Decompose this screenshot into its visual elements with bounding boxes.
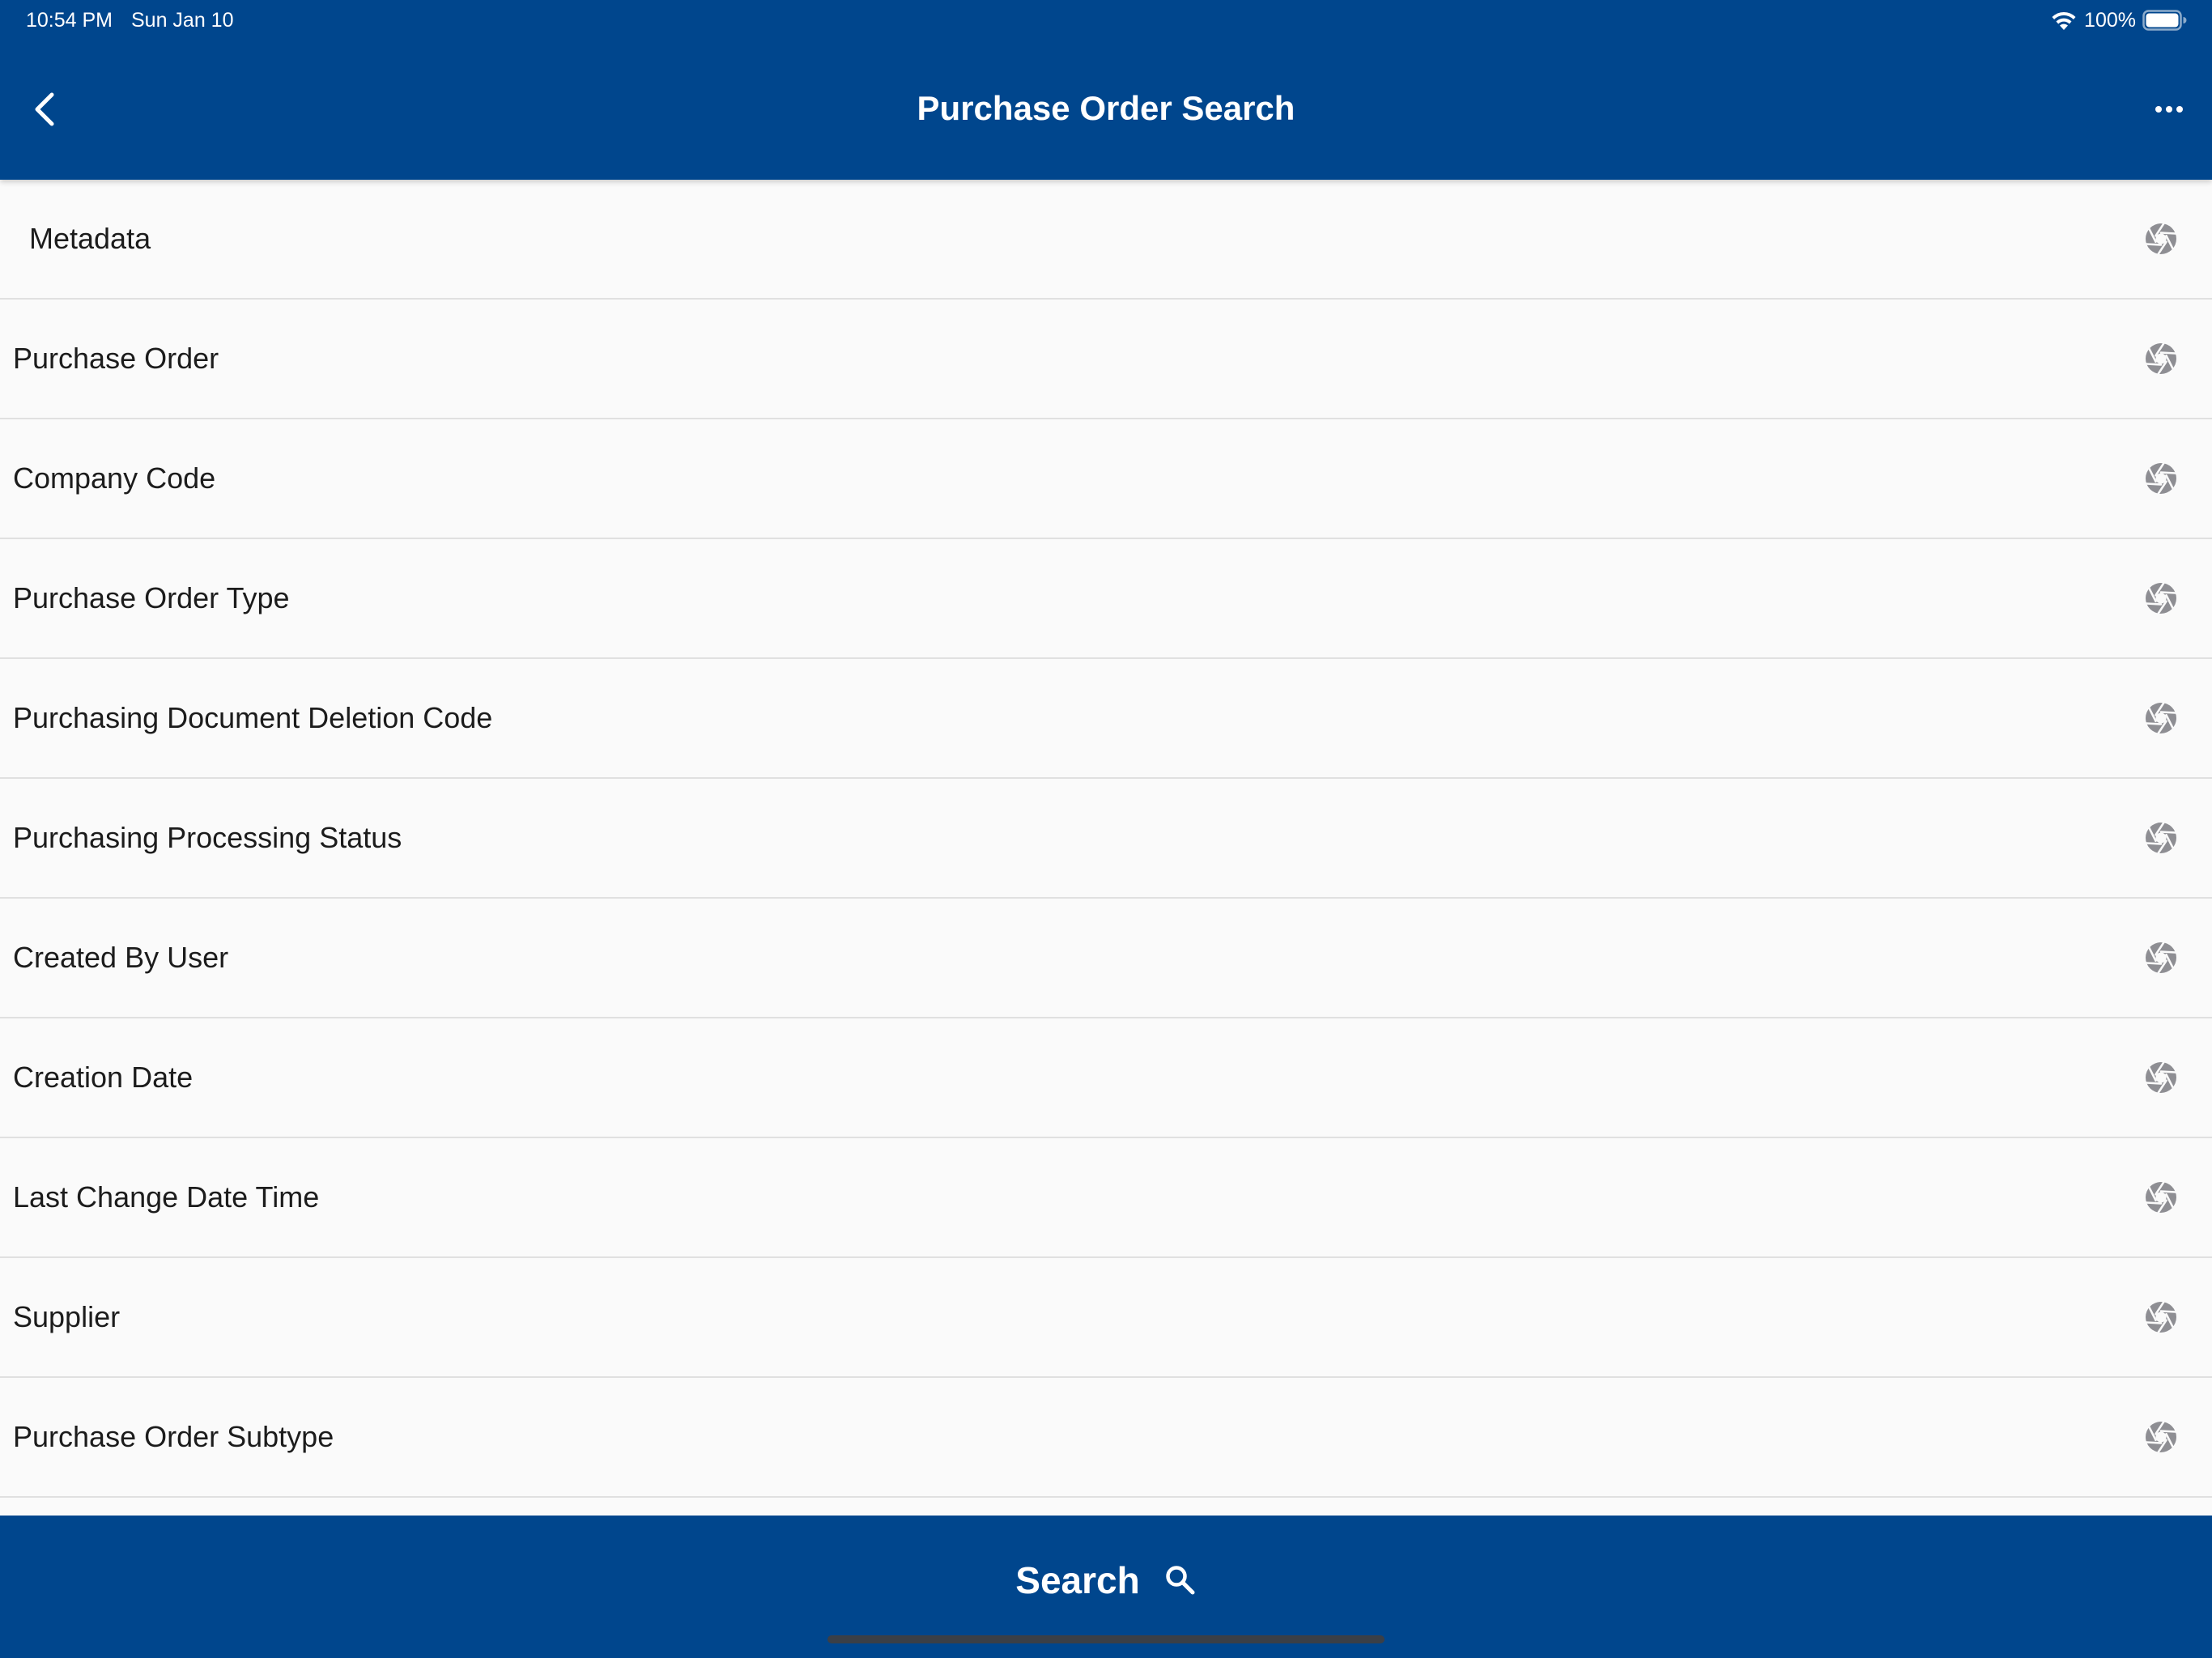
field-label: Metadata [29, 222, 151, 255]
aperture-icon[interactable] [2144, 461, 2178, 495]
field-row-deletion-code[interactable]: Purchasing Document Deletion Code [0, 659, 2212, 779]
field-label: Company Code [13, 461, 216, 495]
status-date: Sun Jan 10 [131, 9, 234, 32]
aperture-icon[interactable] [2144, 222, 2178, 256]
field-label: Supplier [13, 1300, 121, 1333]
aperture-icon[interactable] [2144, 342, 2178, 376]
field-label: Last Change Date Time [13, 1180, 320, 1214]
field-row-processing-status[interactable]: Purchasing Processing Status [0, 779, 2212, 899]
field-row-purchase-order[interactable]: Purchase Order [0, 300, 2212, 419]
page-title: Purchase Order Search [917, 89, 1295, 127]
field-label: Purchasing Document Deletion Code [13, 701, 493, 734]
aperture-icon[interactable] [2144, 1300, 2178, 1334]
search-button-label: Search [1015, 1559, 1140, 1601]
field-row-created-by-user[interactable]: Created By User [0, 899, 2212, 1018]
home-indicator [827, 1635, 1385, 1643]
aperture-icon[interactable] [2144, 581, 2178, 615]
search-field-list: Metadata Purchase Order Company Code Pur… [0, 180, 2212, 1498]
field-row-company-code[interactable]: Company Code [0, 419, 2212, 539]
battery-percentage: 100% [2084, 9, 2136, 32]
field-row-last-change-date-time[interactable]: Last Change Date Time [0, 1138, 2212, 1258]
aperture-icon[interactable] [2144, 701, 2178, 735]
search-footer: Search [0, 1516, 2212, 1658]
field-label: Purchase Order [13, 342, 219, 375]
field-row-purchase-order-subtype[interactable]: Purchase Order Subtype [0, 1378, 2212, 1498]
field-label: Creation Date [13, 1061, 194, 1094]
search-button[interactable]: Search [993, 1548, 1219, 1613]
field-row-metadata[interactable]: Metadata [0, 180, 2212, 300]
navigation-bar: 10:54 PM Sun Jan 10 100% Purchase Order … [0, 0, 2212, 180]
field-label: Purchasing Processing Status [13, 821, 402, 854]
aperture-icon[interactable] [2144, 821, 2178, 855]
field-row-supplier[interactable]: Supplier [0, 1258, 2212, 1378]
status-indicators: 100% [2050, 6, 2188, 34]
aperture-icon[interactable] [2144, 1180, 2178, 1214]
field-label: Purchase Order Subtype [13, 1420, 334, 1453]
ellipsis-icon [2155, 106, 2183, 113]
aperture-icon[interactable] [2144, 1420, 2178, 1454]
more-options-button[interactable] [2141, 81, 2197, 138]
field-row-creation-date[interactable]: Creation Date [0, 1018, 2212, 1138]
wifi-icon [2052, 11, 2076, 30]
aperture-icon[interactable] [2144, 941, 2178, 975]
field-row-purchase-order-type[interactable]: Purchase Order Type [0, 539, 2212, 659]
battery-icon [2142, 10, 2187, 31]
field-label: Purchase Order Type [13, 581, 290, 614]
field-label: Created By User [13, 941, 229, 974]
aperture-icon[interactable] [2144, 1061, 2178, 1095]
status-time: 10:54 PM [26, 9, 113, 32]
search-icon [1165, 1566, 1195, 1595]
